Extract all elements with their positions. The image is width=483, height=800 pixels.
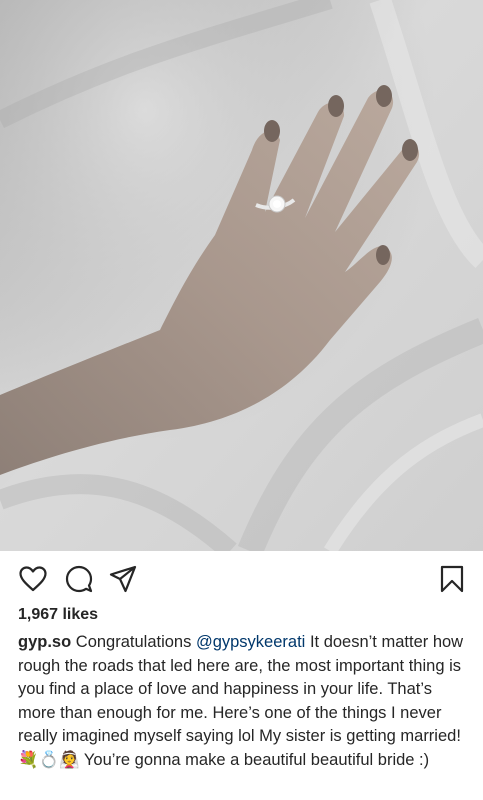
paper-plane-icon[interactable] <box>108 565 138 593</box>
comment-bubble-icon[interactable] <box>64 565 94 593</box>
heart-outline-icon[interactable] <box>18 565 48 593</box>
likes-count[interactable]: 1,967 likes <box>18 603 465 627</box>
caption-prefix: Congratulations <box>75 633 192 651</box>
hand-with-ring-image <box>0 0 483 551</box>
caption-body: It doesn’t matter how rough the roads th… <box>18 633 464 769</box>
caption-mention[interactable]: @gypsykeerati <box>196 633 305 651</box>
caption-username[interactable]: gyp.so <box>18 633 71 651</box>
post-caption: gyp.so Congratulations @gypsykeerati It … <box>18 631 465 773</box>
post-photo[interactable] <box>0 0 483 551</box>
post-action-bar <box>0 551 483 603</box>
bookmark-icon[interactable] <box>437 565 467 593</box>
